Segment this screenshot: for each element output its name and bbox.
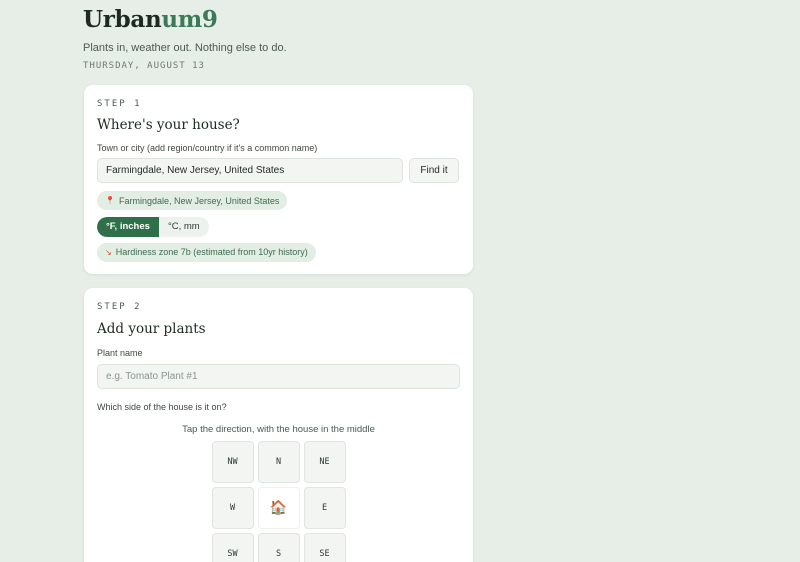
direction-e[interactable]: E — [303, 487, 346, 529]
plant-name-input[interactable]: e.g. Tomato Plant #1 — [97, 364, 460, 389]
direction-s[interactable]: S — [257, 533, 300, 562]
step1-card: STEP 1 Where's your house? Town or city … — [84, 85, 473, 274]
step1-title: Where's your house? — [97, 117, 240, 133]
direction-w[interactable]: W — [211, 487, 254, 529]
direction-n[interactable]: N — [257, 441, 300, 483]
hardiness-text: Hardiness zone 7b (estimated from 10yr h… — [115, 247, 308, 257]
location-input[interactable]: Farmingdale, New Jersey, United States — [97, 158, 403, 183]
current-date: THURSDAY, AUGUST 13 — [83, 61, 205, 71]
step2-card: STEP 2 Add your plants Plant name e.g. T… — [84, 288, 473, 562]
direction-se[interactable]: SE — [303, 533, 346, 562]
tagline: Plants in, weather out. Nothing else to … — [83, 42, 287, 54]
brand-prefix: Urban — [83, 6, 162, 33]
pin-icon: 📍 — [105, 196, 115, 205]
direction-grid: NW N NE W 🏠 E SW S SE — [211, 441, 346, 562]
direction-nw[interactable]: NW — [211, 441, 254, 483]
units-option-imperial[interactable]: °F, inches — [97, 216, 159, 237]
direction-sw[interactable]: SW — [211, 533, 254, 562]
units-toggle: °F, inches °C, mm — [97, 216, 209, 237]
direction-ne[interactable]: NE — [303, 441, 346, 483]
brand-logo: Urbanum9 — [83, 6, 287, 33]
location-label: Town or city (add region/country if it's… — [97, 143, 318, 153]
step2-title: Add your plants — [97, 321, 206, 337]
hardiness-badge: ↘ Hardiness zone 7b (estimated from 10yr… — [97, 242, 316, 262]
brand-accent: um9 — [161, 6, 218, 33]
sprout-icon: ↘ — [105, 247, 112, 257]
app-header: Urbanum9 Plants in, weather out. Nothing… — [83, 6, 287, 71]
units-option-metric[interactable]: °C, mm — [159, 217, 209, 237]
step1-label: STEP 1 — [97, 99, 142, 109]
resolved-location-badge: 📍 Farmingdale, New Jersey, United States — [97, 191, 288, 210]
step2-label: STEP 2 — [97, 302, 142, 312]
side-label: Which side of the house is it on? — [97, 402, 227, 412]
resolved-location-text: Farmingdale, New Jersey, United States — [118, 195, 280, 206]
find-button[interactable]: Find it — [409, 158, 459, 183]
house-icon: 🏠 — [257, 487, 300, 529]
compass-hint: Tap the direction, with the house in the… — [182, 424, 375, 435]
plant-name-label: Plant name — [97, 348, 143, 358]
